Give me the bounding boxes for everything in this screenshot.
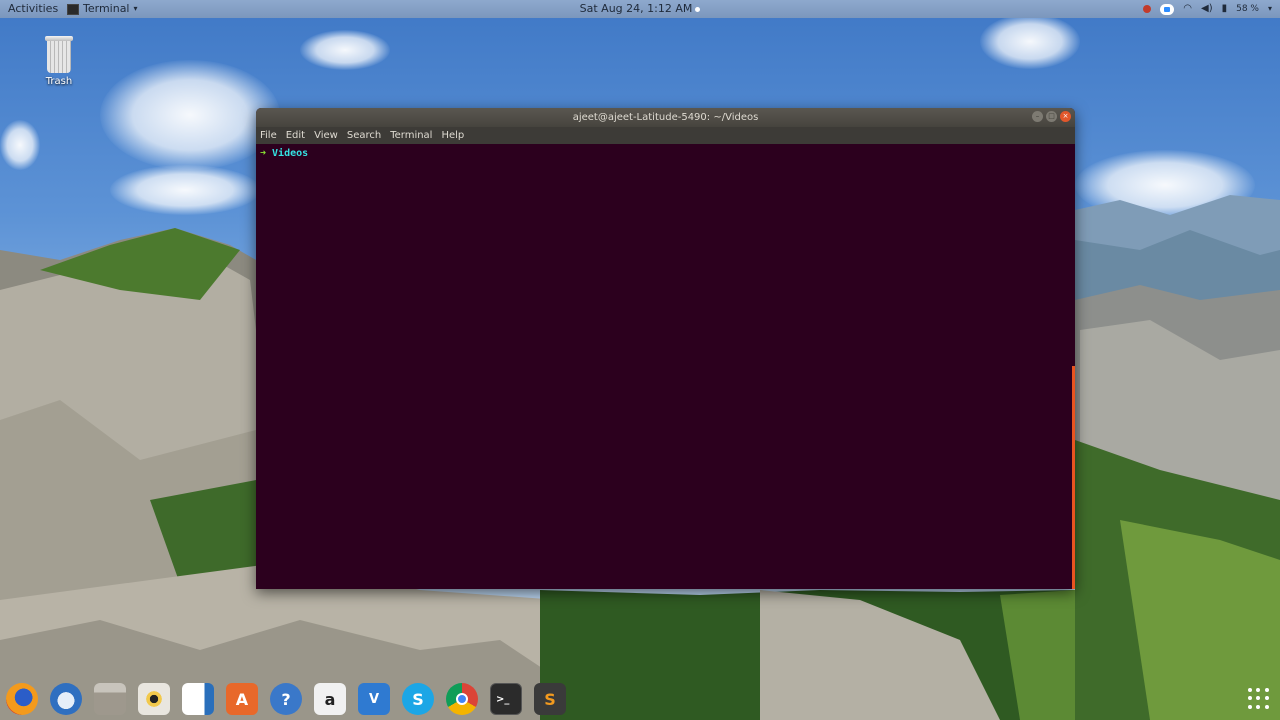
zoom-icon[interactable] [1160, 3, 1175, 15]
files-icon[interactable] [94, 683, 126, 715]
vscode-icon[interactable]: V [358, 683, 390, 715]
menu-view[interactable]: View [314, 127, 338, 144]
dock: A ? a V S >_ S [0, 678, 1280, 720]
window-title: ajeet@ajeet-Latitude-5490: ~/Videos [572, 112, 759, 123]
minimize-icon[interactable]: – [1032, 111, 1043, 122]
clock[interactable]: Sat Aug 24, 1:12 AM [0, 0, 1280, 18]
window-titlebar[interactable]: ajeet@ajeet-Latitude-5490: ~/Videos – □ … [256, 108, 1075, 127]
battery-icon[interactable]: ▮ [1222, 0, 1228, 18]
amazon-icon[interactable]: a [314, 683, 346, 715]
terminal-window[interactable]: ajeet@ajeet-Latitude-5490: ~/Videos – □ … [256, 108, 1075, 589]
terminal-output[interactable]: ➜ Videos [256, 144, 1075, 589]
volume-icon[interactable]: ◀) [1201, 0, 1213, 18]
firefox-icon[interactable] [6, 683, 38, 715]
menu-edit[interactable]: Edit [286, 127, 305, 144]
menu-terminal[interactable]: Terminal [390, 127, 432, 144]
rhythmbox-icon[interactable] [138, 683, 170, 715]
system-tray[interactable]: ◠ ◀) ▮ 58 % ▾ [1143, 0, 1272, 18]
trash-label: Trash [45, 76, 73, 87]
terminal-icon[interactable]: >_ [490, 683, 522, 715]
sublime-text-icon[interactable]: S [534, 683, 566, 715]
trash-icon [45, 36, 73, 74]
thunderbird-icon[interactable] [50, 683, 82, 715]
skype-icon[interactable]: S [402, 683, 434, 715]
close-icon[interactable]: × [1060, 111, 1071, 122]
menu-bar: File Edit View Search Terminal Help [256, 127, 1075, 144]
clock-label: Sat Aug 24, 1:12 AM [579, 2, 693, 15]
help-icon[interactable]: ? [270, 683, 302, 715]
notification-dot-icon [695, 6, 701, 12]
menu-file[interactable]: File [260, 127, 277, 144]
top-panel: Activities Terminal ▾ Sat Aug 24, 1:12 A… [0, 0, 1280, 18]
menu-help[interactable]: Help [441, 127, 464, 144]
libreoffice-writer-icon[interactable] [182, 683, 214, 715]
prompt-arrow: ➜ [260, 148, 267, 159]
ubuntu-software-icon[interactable]: A [226, 683, 258, 715]
chevron-down-icon[interactable]: ▾ [1268, 0, 1272, 18]
menu-search[interactable]: Search [347, 127, 381, 144]
prompt-directory: Videos [272, 148, 309, 159]
shell-prompt: ➜ Videos [260, 148, 1071, 159]
battery-percent: 58 % [1236, 4, 1259, 14]
wifi-icon[interactable]: ◠ [1183, 0, 1192, 18]
show-applications-icon[interactable] [1248, 688, 1270, 710]
window-resize-edge[interactable] [1072, 366, 1075, 589]
recording-icon[interactable] [1143, 5, 1152, 13]
maximize-icon[interactable]: □ [1046, 111, 1057, 122]
trash-desktop-icon[interactable]: Trash [38, 36, 80, 87]
chrome-icon[interactable] [446, 683, 478, 715]
